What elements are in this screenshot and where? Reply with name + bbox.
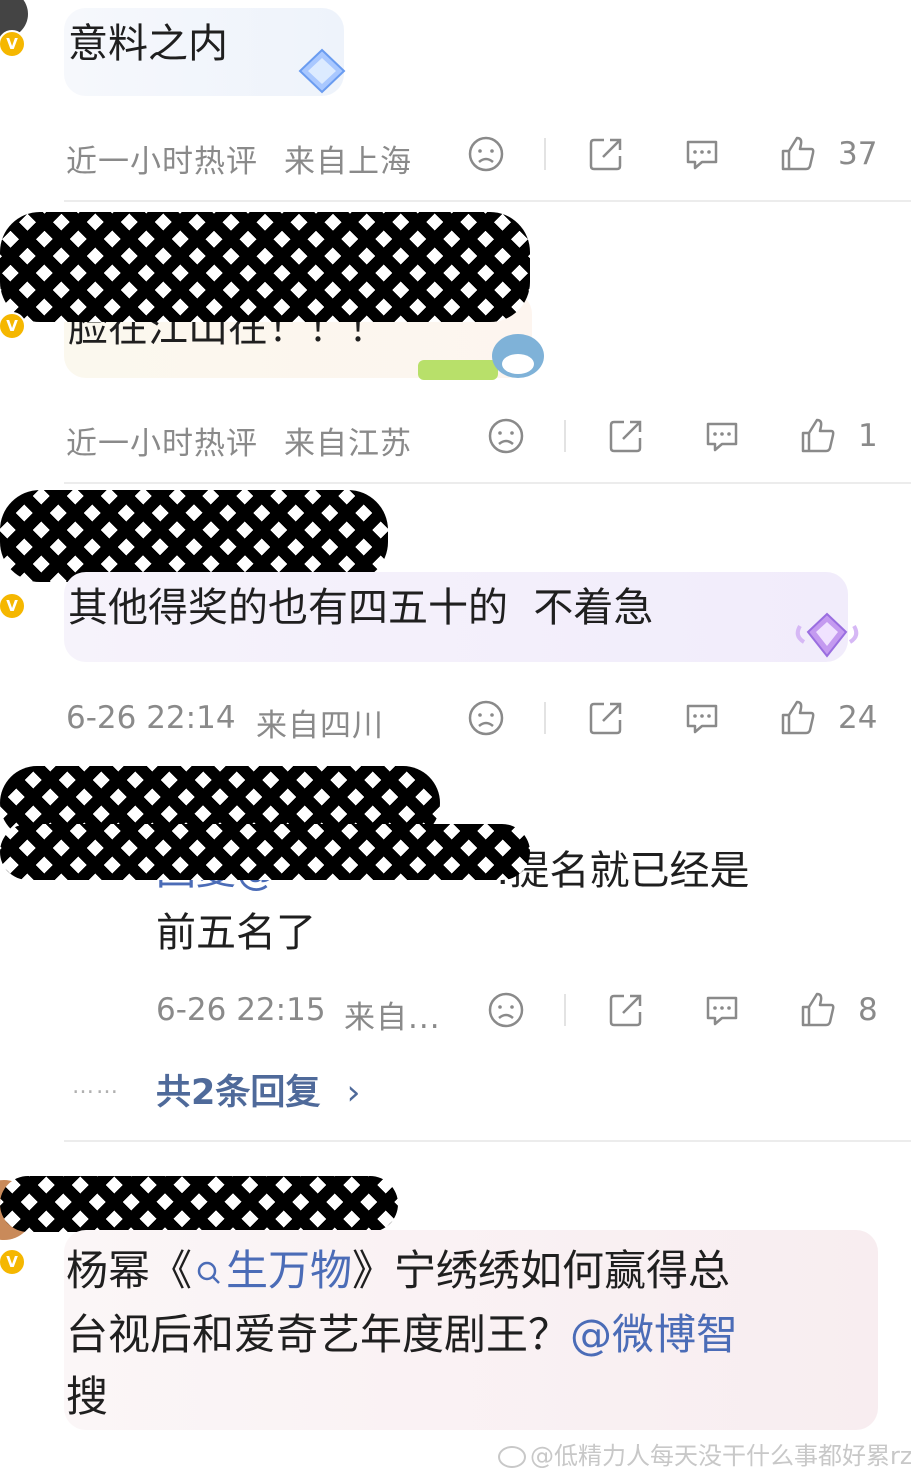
comment-icon[interactable] [682,698,722,738]
comment-bubble[interactable]: 其他得奖的也有四五十的 不着急 [64,572,848,662]
comment-location: 来自江苏 [284,426,412,462]
thumbs-up-icon[interactable] [778,698,818,738]
like-count: 1 [858,418,878,454]
thumbs-up-icon[interactable] [798,990,838,1030]
watermark-text: @低精力人每天没干什么事都好累rz [530,1442,911,1470]
redaction-scribble [0,212,530,322]
thumbs-up-icon[interactable] [798,416,838,456]
redaction-scribble [0,490,388,582]
comment-text-line2: 台视后和爱奇艺年度剧王？@微博智 [66,1304,738,1366]
comment-time: 近一小时热评 [66,144,258,180]
share-icon[interactable] [586,134,626,174]
like-count: 37 [838,136,878,172]
weibo-logo-icon [498,1446,526,1468]
share-icon[interactable] [606,990,646,1030]
comment-location: 来自上海 [284,144,412,180]
mention-link[interactable]: @微博智 [570,1310,738,1359]
verified-badge-icon: V [0,592,26,620]
reply-location: 来自... [344,1000,441,1036]
diamond-decoration-icon [292,46,352,100]
redaction-scribble [0,1176,398,1232]
comment-time: 6-26 22:14 [66,700,236,736]
mention-link[interactable]: 搜 [66,1366,108,1428]
reply-time: 6-26 22:15 [156,992,326,1028]
crown-gem-decoration-icon [792,606,862,668]
separator [544,702,546,734]
divider [64,200,911,202]
watermark: @低精力人每天没干什么事都好累rz [498,1436,911,1471]
comment-text-part: 》宁绣绣如何赢得总 [352,1246,731,1295]
thread-dots: …… [72,1074,120,1099]
comment-text: 意料之内 [68,21,228,67]
comment-text: 其他得奖的也有四五十的 不着急 [68,585,654,631]
divider [64,1140,911,1142]
comment-location: 来自四川 [256,708,384,744]
thumbs-up-icon[interactable] [778,134,818,174]
sad-face-icon[interactable] [466,134,506,174]
comment-icon[interactable] [682,134,722,174]
separator [564,994,566,1026]
shark-sticker-icon [418,326,550,390]
reply-text-line2: 前五名了 [156,910,316,956]
sad-face-icon[interactable] [486,416,526,456]
divider [64,482,911,484]
topic-link-text: 生万物 [226,1246,353,1295]
redaction-scribble [0,824,530,880]
reply-suffix: :提名就已经是 [496,848,750,894]
separator [564,420,566,452]
comment-time: 近一小时热评 [66,426,258,462]
comment-icon[interactable] [702,416,742,456]
sad-face-icon[interactable] [466,698,506,738]
search-icon [194,1243,224,1305]
sad-face-icon[interactable] [486,990,526,1030]
separator [544,138,546,170]
comment-text-line1: 杨幂《 生万物》宁绣绣如何赢得总 [66,1240,730,1305]
like-count: 24 [838,700,878,736]
verified-badge-icon: V [0,30,26,58]
topic-link[interactable]: 生万物 [192,1246,352,1295]
view-more-replies-link[interactable]: 共2条回复 › [156,1064,361,1115]
chevron-right-icon: › [346,1073,361,1113]
share-icon[interactable] [606,416,646,456]
like-count: 8 [858,992,878,1028]
share-icon[interactable] [586,698,626,738]
verified-badge-icon: V [0,1248,26,1276]
comment-icon[interactable] [702,990,742,1030]
more-replies-label: 共2条回复 [156,1073,321,1113]
verified-badge-icon: V [0,312,26,340]
comment-text-part: 杨幂《 [66,1246,193,1295]
comment-text-part: 台视后和爱奇艺年度剧王？ [66,1310,571,1359]
